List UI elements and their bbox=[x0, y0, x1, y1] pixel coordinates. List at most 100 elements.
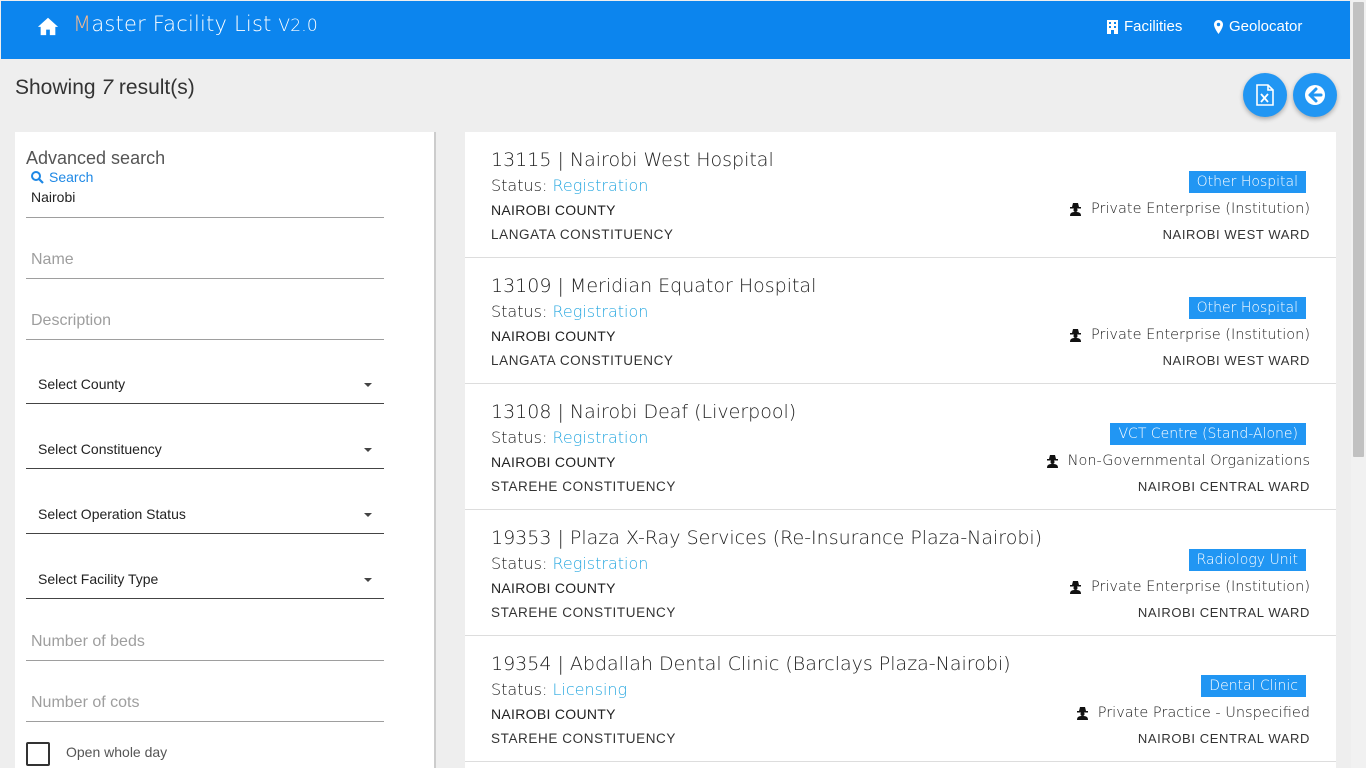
status-label: Status: bbox=[491, 428, 548, 447]
county-select[interactable]: Select County bbox=[26, 364, 384, 404]
facility-card[interactable]: 13109 | Meridian Equator Hospital Status… bbox=[465, 258, 1336, 384]
facility-ward: NAIROBI CENTRAL WARD bbox=[1137, 731, 1310, 746]
brand-initial: M bbox=[73, 12, 92, 36]
facility-owner-label: Private Practice - Unspecified bbox=[1097, 705, 1310, 721]
nav-geolocator-label: Geolocator bbox=[1229, 18, 1303, 35]
facility-owner: Non-Governmental Organizations bbox=[1046, 453, 1310, 469]
facility-status: Status: Registration bbox=[491, 302, 648, 321]
open-whole-day-label: Open whole day bbox=[66, 744, 168, 760]
user-secret-icon bbox=[1069, 202, 1081, 216]
map-marker-icon bbox=[1214, 19, 1223, 34]
back-button[interactable] bbox=[1293, 73, 1337, 117]
search-button-label: Search bbox=[49, 169, 94, 185]
home-icon[interactable] bbox=[37, 15, 59, 37]
operation-status-select-label: Select Operation Status bbox=[38, 506, 186, 522]
facility-status: Status: Registration bbox=[491, 176, 648, 195]
facility-type-select-label: Select Facility Type bbox=[38, 571, 159, 587]
facility-owner-label: Private Enterprise (Institution) bbox=[1090, 201, 1310, 217]
beds-field-placeholder: Number of beds bbox=[31, 633, 145, 650]
facility-card[interactable]: 19354 | Abdallah Dental Clinic (Barclays… bbox=[465, 636, 1336, 762]
facility-title: 13115 | Nairobi West Hospital bbox=[491, 149, 774, 171]
arrow-left-icon bbox=[1305, 85, 1325, 105]
open-whole-day-checkbox[interactable] bbox=[26, 742, 50, 766]
nav-facilities[interactable]: Facilities bbox=[1107, 18, 1182, 35]
status-label: Status: bbox=[491, 680, 548, 699]
operation-status-select[interactable]: Select Operation Status bbox=[26, 494, 384, 534]
facility-constituency: LANGATA CONSTITUENCY bbox=[491, 227, 674, 242]
facility-type-badge: Radiology Unit bbox=[1188, 549, 1306, 571]
excel-file-icon bbox=[1256, 84, 1274, 106]
chevron-down-icon bbox=[364, 513, 372, 517]
facility-owner-label: Private Enterprise (Institution) bbox=[1090, 327, 1310, 343]
facility-owner-label: Private Enterprise (Institution) bbox=[1090, 579, 1310, 595]
beds-field[interactable]: Number of beds bbox=[26, 624, 384, 661]
search-button[interactable]: Search bbox=[31, 169, 93, 185]
search-input-value: Nairobi bbox=[31, 189, 76, 205]
nav-facilities-label: Facilities bbox=[1124, 18, 1183, 35]
brand-title: aster Facility List bbox=[91, 12, 279, 36]
facility-type-select[interactable]: Select Facility Type bbox=[26, 559, 384, 599]
results-count-suffix: result(s) bbox=[113, 76, 195, 99]
facility-type-badge: Dental Clinic bbox=[1201, 675, 1306, 697]
facility-ward: NAIROBI WEST WARD bbox=[1162, 353, 1310, 368]
nav-geolocator[interactable]: Geolocator bbox=[1214, 18, 1302, 35]
facility-owner: Private Enterprise (Institution) bbox=[1069, 201, 1310, 217]
advanced-search-title: Advanced search bbox=[26, 148, 166, 168]
facility-constituency: STAREHE CONSTITUENCY bbox=[491, 731, 677, 746]
page-scrollbar[interactable] bbox=[1351, 0, 1366, 768]
facility-constituency: STAREHE CONSTITUENCY bbox=[491, 605, 677, 620]
results-list: 13115 | Nairobi West Hospital Status: Re… bbox=[465, 132, 1336, 768]
constituency-select-label: Select Constituency bbox=[38, 441, 162, 457]
facility-status: Status: Licensing bbox=[491, 680, 627, 699]
facility-type-badge: VCT Centre (Stand-Alone) bbox=[1110, 423, 1306, 445]
search-icon bbox=[31, 170, 44, 184]
cots-field[interactable]: Number of cots bbox=[26, 685, 384, 722]
name-field-placeholder: Name bbox=[31, 251, 74, 268]
facility-owner-label: Non-Governmental Organizations bbox=[1067, 453, 1310, 469]
facility-title: 13108 | Nairobi Deaf (Liverpool) bbox=[491, 401, 797, 423]
export-excel-button[interactable] bbox=[1243, 73, 1287, 117]
status-value: Registration bbox=[552, 428, 649, 447]
facility-title: 19353 | Plaza X-Ray Services (Re-Insuran… bbox=[491, 527, 1043, 549]
user-secret-icon bbox=[1069, 328, 1081, 342]
facility-status: Status: Registration bbox=[491, 554, 648, 573]
status-label: Status: bbox=[491, 302, 548, 321]
status-value: Registration bbox=[552, 176, 649, 195]
status-value: Licensing bbox=[552, 680, 628, 699]
constituency-select[interactable]: Select Constituency bbox=[26, 429, 384, 469]
results-count: Showing 7 result(s) bbox=[15, 76, 195, 100]
facility-ward: NAIROBI CENTRAL WARD bbox=[1137, 605, 1310, 620]
facility-ward: NAIROBI WEST WARD bbox=[1162, 227, 1310, 242]
facility-county: NAIROBI COUNTY bbox=[491, 706, 616, 722]
results-count-prefix: Showing bbox=[15, 76, 102, 99]
facility-county: NAIROBI COUNTY bbox=[491, 580, 616, 596]
county-select-label: Select County bbox=[38, 376, 126, 392]
search-input[interactable]: Nairobi bbox=[26, 184, 384, 218]
top-navbar: Master Facility List V2.0 Facilities Geo… bbox=[1, 1, 1350, 59]
user-secret-icon bbox=[1069, 580, 1081, 594]
status-label: Status: bbox=[491, 176, 548, 195]
facility-card[interactable]: 13115 | Nairobi West Hospital Status: Re… bbox=[465, 132, 1336, 258]
description-field-placeholder: Description bbox=[31, 312, 112, 329]
facility-owner: Private Practice - Unspecified bbox=[1076, 705, 1310, 721]
facility-county: NAIROBI COUNTY bbox=[491, 202, 616, 218]
status-label: Status: bbox=[491, 554, 548, 573]
facility-card[interactable]: 19353 | Plaza X-Ray Services (Re-Insuran… bbox=[465, 510, 1336, 636]
user-secret-icon bbox=[1076, 706, 1088, 720]
facility-constituency: STAREHE CONSTITUENCY bbox=[491, 479, 677, 494]
app-brand[interactable]: Master Facility List V2.0 bbox=[73, 12, 318, 36]
facility-ward: NAIROBI CENTRAL WARD bbox=[1137, 479, 1310, 494]
user-secret-icon bbox=[1046, 454, 1058, 468]
status-value: Registration bbox=[552, 554, 649, 573]
status-value: Registration bbox=[552, 302, 649, 321]
brand-version: V2.0 bbox=[278, 16, 318, 36]
scrollbar-thumb[interactable] bbox=[1353, 2, 1364, 457]
facility-card[interactable]: 13108 | Nairobi Deaf (Liverpool) Status:… bbox=[465, 384, 1336, 510]
facility-type-badge: Other Hospital bbox=[1188, 297, 1306, 319]
advanced-search-panel: Advanced search Search Nairobi Name Desc… bbox=[15, 132, 436, 768]
facility-owner: Private Enterprise (Institution) bbox=[1069, 327, 1310, 343]
description-field[interactable]: Description bbox=[26, 303, 384, 340]
name-field[interactable]: Name bbox=[26, 242, 384, 279]
facility-status: Status: Registration bbox=[491, 428, 648, 447]
chevron-down-icon bbox=[364, 578, 372, 582]
